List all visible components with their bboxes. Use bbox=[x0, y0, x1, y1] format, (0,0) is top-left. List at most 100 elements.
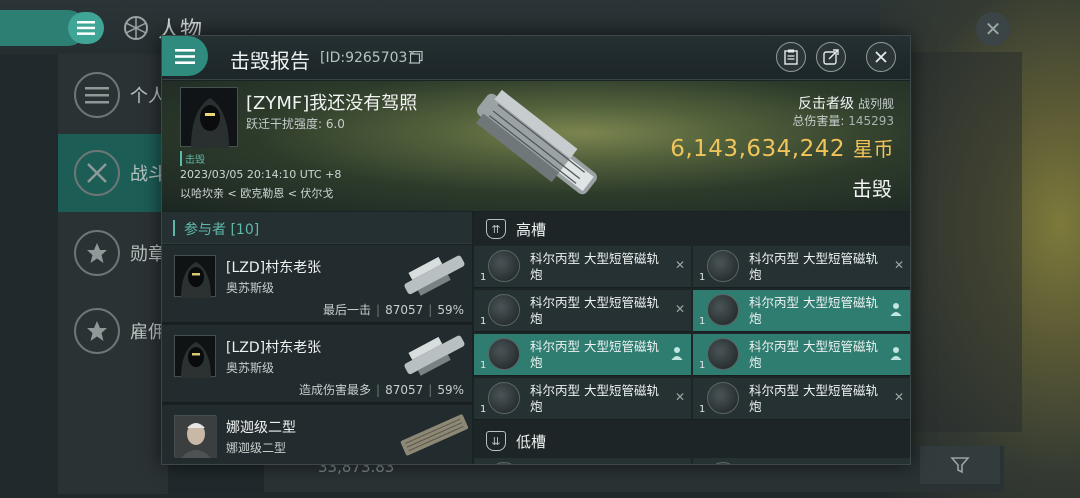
person-icon bbox=[890, 303, 902, 316]
module-quantity: 1 bbox=[699, 404, 706, 415]
filter-icon bbox=[950, 457, 970, 474]
background-menu-button[interactable] bbox=[68, 12, 104, 44]
high-slot-label: 高槽 bbox=[516, 220, 547, 239]
filter-button[interactable] bbox=[920, 446, 1000, 484]
clipboard-icon bbox=[784, 49, 798, 65]
module-name: 科尔丙型 大型短管磁轨炮 bbox=[530, 251, 659, 282]
participant-name: 娜迦级二型 bbox=[226, 420, 296, 436]
ship-type: 战列舰 bbox=[857, 97, 894, 111]
kill-tag: 击毁 bbox=[180, 151, 205, 166]
list-icon bbox=[74, 72, 120, 118]
isk-unit: 星币 bbox=[853, 137, 894, 161]
clipboard-button[interactable] bbox=[776, 42, 806, 72]
sidebar-item-personal[interactable]: 个人 bbox=[58, 56, 168, 134]
participant-row[interactable]: [LZD]村东老张 奥苏斯级 最后一击 | 87057 | 59% bbox=[162, 245, 472, 323]
participant-damage: 87057 bbox=[385, 303, 424, 317]
module-item[interactable]: 1 科尔丙型 大型短管磁轨炮 ✕ bbox=[474, 290, 691, 332]
railgun-icon bbox=[488, 338, 520, 370]
module-item[interactable]: 1 科尔丙型 大型短管磁轨炮 ✕ bbox=[693, 378, 910, 420]
module-quantity: 1 bbox=[699, 316, 706, 327]
module-quantity: 1 bbox=[699, 272, 706, 283]
participant-avatar bbox=[174, 415, 217, 458]
sidebar-item-combat[interactable]: 战斗 bbox=[58, 134, 168, 212]
background-right-panel bbox=[912, 52, 1022, 432]
character-icon bbox=[124, 16, 148, 40]
dialog-menu-button[interactable] bbox=[162, 36, 208, 76]
railgun-icon bbox=[488, 382, 520, 414]
participant-damage: 87057 bbox=[385, 383, 424, 397]
victim-name[interactable]: [ZYMF]我还没有驾照 bbox=[246, 89, 417, 115]
module-item[interactable]: 1 科尔丙型 大型短管磁轨炮 ✕ bbox=[693, 246, 910, 288]
participant-role: 造成伤害最多 bbox=[299, 383, 372, 397]
destroyed-icon: ✕ bbox=[893, 390, 904, 404]
menu-icon bbox=[77, 21, 95, 35]
module-name: 科尔丙型 大型短管磁轨炮 bbox=[749, 339, 878, 370]
high-slot-icon: ⇈ bbox=[486, 219, 506, 239]
module-name: 科尔丙型 大型短管磁轨炮 bbox=[530, 339, 659, 370]
participant-row[interactable]: 娜迦级二型 娜迦级二型 bbox=[162, 405, 472, 464]
module-item[interactable]: 1 科尔丙型 大型短管磁轨炮 bbox=[474, 334, 691, 376]
module-item[interactable]: 1 科尔丙型 大型短管磁轨炮 bbox=[693, 290, 910, 332]
module-quantity: 1 bbox=[480, 360, 487, 371]
participant-ship-image bbox=[404, 255, 465, 296]
total-damage: 总伤害量: 145293 bbox=[792, 112, 894, 129]
destroyed-icon: ✕ bbox=[674, 390, 685, 404]
participant-stats: 最后一击 | 87057 | 59% bbox=[323, 303, 464, 317]
star-badge-icon bbox=[74, 308, 120, 354]
participant-name: [LZD]村东老张 bbox=[226, 260, 322, 276]
module-name: 科尔丙型 大型短管磁轨炮 bbox=[530, 295, 659, 326]
portrait-icon bbox=[175, 416, 217, 458]
share-button[interactable] bbox=[816, 42, 846, 72]
isk-amount: 6,143,634,242 bbox=[670, 136, 845, 162]
hooded-portrait-icon bbox=[181, 342, 211, 378]
module-quantity: 1 bbox=[480, 316, 487, 327]
railgun-icon bbox=[488, 294, 520, 326]
dialog-close-button[interactable] bbox=[866, 42, 896, 72]
module-item[interactable]: 1 科尔丙型 大型短管磁轨炮 bbox=[693, 334, 910, 376]
participant-row[interactable]: [LZD]村东老张 奥苏斯级 造成伤害最多 | 87057 | 59% bbox=[162, 325, 472, 403]
participant-percent: 59% bbox=[437, 303, 464, 317]
participant-avatar bbox=[174, 335, 216, 378]
module-item[interactable] bbox=[693, 458, 910, 464]
module-item[interactable]: 1 科尔丙型 大型短管磁轨炮 ✕ bbox=[474, 246, 691, 288]
railgun-icon bbox=[707, 250, 739, 282]
module-item[interactable]: 1 科尔丙型 大型短管磁轨炮 ✕ bbox=[474, 378, 691, 420]
high-slot-header: ⇈ 高槽 bbox=[474, 212, 910, 246]
participant-avatar bbox=[174, 255, 216, 298]
ship-class-name: 反击者级 bbox=[797, 96, 854, 112]
person-icon bbox=[890, 347, 902, 360]
low-slot-label: 低槽 bbox=[516, 432, 547, 451]
dialog-title: 击毁报告 bbox=[230, 49, 310, 73]
participants-header-label: 参与者 [10] bbox=[184, 222, 260, 238]
module-name: 科尔丙型 大型短管磁轨炮 bbox=[749, 251, 878, 282]
crossed-swords-icon bbox=[74, 150, 120, 196]
destroyed-icon: ✕ bbox=[893, 258, 904, 272]
sidebar-item-employment[interactable]: 雇佣 bbox=[58, 292, 168, 370]
sidebar-item-medals[interactable]: 勋章 bbox=[58, 214, 168, 292]
module-quantity: 1 bbox=[480, 272, 487, 283]
participants-header: 参与者 [10] bbox=[162, 212, 472, 244]
kill-location[interactable]: 以哈坎亲 < 欧克勒恩 < 伏尔戈 bbox=[180, 185, 333, 201]
copy-icon[interactable] bbox=[410, 51, 423, 64]
hooded-portrait-icon bbox=[181, 262, 211, 298]
victim-avatar[interactable] bbox=[180, 87, 238, 148]
total-damage-value: 145293 bbox=[848, 114, 894, 128]
close-icon bbox=[875, 51, 887, 63]
hooded-portrait-icon bbox=[191, 98, 229, 148]
dialog-header: 击毁报告 [ID:9265703] bbox=[162, 36, 910, 80]
participant-ship-image bbox=[404, 335, 465, 376]
warp-interference: 跃迁干扰强度: 6.0 bbox=[246, 117, 345, 131]
kill-report-dialog: 击毁报告 [ID:9265703] [ZYMF]我还没有驾照 跃迁干扰强度: 6… bbox=[161, 35, 911, 465]
low-slot-icon: ⇊ bbox=[486, 431, 506, 451]
victim-ship-image bbox=[476, 89, 597, 195]
module-quantity: 1 bbox=[699, 360, 706, 371]
participant-role: 最后一击 bbox=[323, 303, 372, 317]
destroyed-icon: ✕ bbox=[674, 258, 685, 272]
participant-ship: 娜迦级二型 bbox=[226, 441, 287, 455]
background-close-button[interactable]: ✕ bbox=[976, 12, 1010, 46]
module-item[interactable] bbox=[474, 458, 691, 464]
railgun-icon bbox=[707, 382, 739, 414]
participant-ship: 奥苏斯级 bbox=[226, 281, 275, 295]
participant-name: [LZD]村东老张 bbox=[226, 340, 322, 356]
kill-id: [ID:9265703] bbox=[320, 50, 413, 66]
